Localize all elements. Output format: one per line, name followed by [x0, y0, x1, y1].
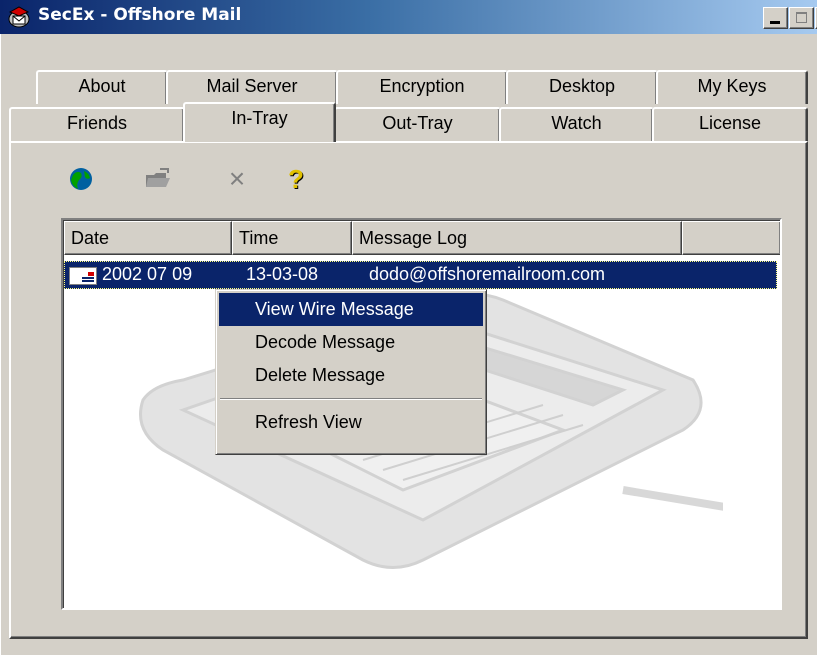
- title-bar[interactable]: SecEx - Offshore Mail: [0, 0, 817, 34]
- tab-mail-server[interactable]: Mail Server: [166, 70, 338, 104]
- row-time: 13-03-08: [246, 264, 319, 284]
- row-message-log: dodo@offshoremailroom.com: [369, 264, 606, 284]
- tab-in-tray[interactable]: In-Tray: [183, 102, 336, 142]
- menu-item-view-wire-message[interactable]: View Wire Message: [219, 293, 483, 326]
- tab-friends[interactable]: Friends: [9, 107, 185, 141]
- message-icon: [69, 267, 97, 285]
- tab-watch[interactable]: Watch: [499, 107, 654, 141]
- tab-encryption[interactable]: Encryption: [336, 70, 508, 104]
- delete-x-icon[interactable]: ×: [221, 163, 253, 195]
- minimize-button[interactable]: [763, 7, 788, 29]
- row-date: 2002 07 09: [102, 264, 193, 284]
- tab-license[interactable]: License: [652, 107, 808, 141]
- message-glyph: [82, 272, 94, 282]
- help-question-icon[interactable]: ?: [280, 163, 312, 195]
- column-header-date[interactable]: Date: [64, 221, 232, 255]
- context-menu: View Wire Message Decode Message Delete …: [215, 289, 487, 455]
- tab-about[interactable]: About: [36, 70, 168, 104]
- app-mail-icon: [8, 6, 30, 28]
- list-header: Date Time Message Log: [64, 221, 780, 255]
- table-row[interactable]: 2002 07 09 13-03-08 dodo@offshoremailroo…: [64, 261, 777, 289]
- tab-desktop[interactable]: Desktop: [506, 70, 658, 104]
- column-header-time[interactable]: Time: [232, 221, 352, 255]
- tab-out-tray[interactable]: Out-Tray: [334, 107, 501, 141]
- maximize-button[interactable]: [789, 7, 814, 29]
- open-folder-icon[interactable]: [142, 163, 174, 195]
- open-folder-glyph: [146, 168, 170, 187]
- menu-item-decode-message[interactable]: Decode Message: [219, 326, 483, 359]
- column-header-message-log[interactable]: Message Log: [352, 221, 682, 255]
- column-header-blank[interactable]: [682, 221, 780, 255]
- menu-item-refresh-view[interactable]: Refresh View: [219, 406, 483, 439]
- globe-refresh-icon[interactable]: [65, 163, 97, 195]
- menu-separator: [220, 398, 482, 400]
- window-title: SecEx - Offshore Mail: [38, 5, 242, 25]
- menu-item-delete-message[interactable]: Delete Message: [219, 359, 483, 392]
- tab-my-keys[interactable]: My Keys: [656, 70, 808, 104]
- globe-refresh-glyph: [70, 168, 92, 190]
